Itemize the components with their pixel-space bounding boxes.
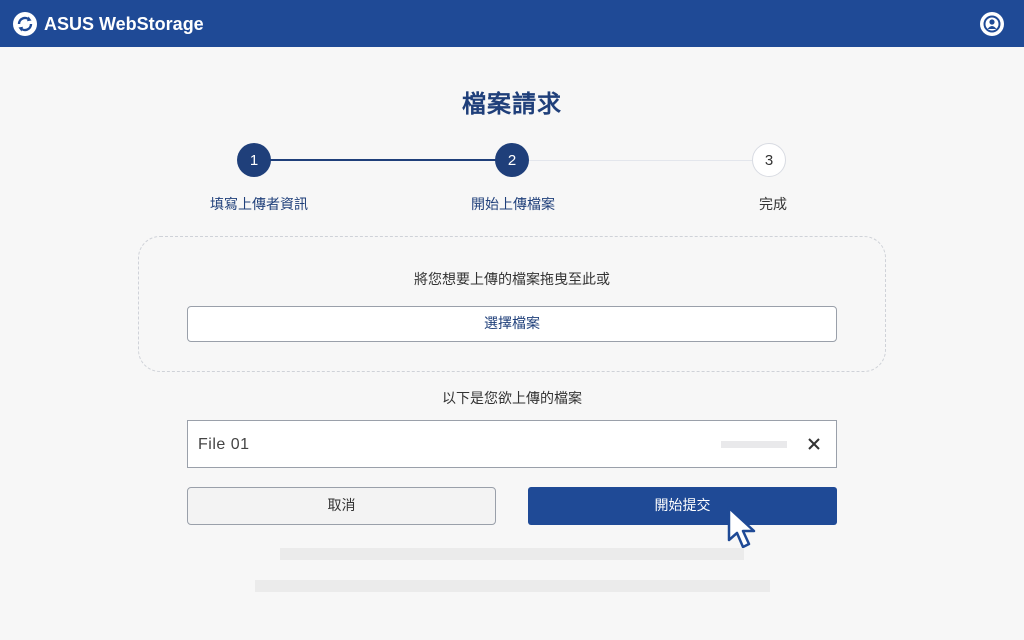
top-bar: ASUS WebStorage [0, 0, 1024, 47]
file-name: File 01 [198, 436, 250, 453]
page-title: 檔案請求 [462, 90, 562, 118]
upload-progress-bar [721, 441, 787, 448]
cancel-button[interactable]: 取消 [187, 487, 496, 525]
progress-line-completed [254, 159, 512, 161]
placeholder-line [280, 548, 744, 560]
step-1-indicator: 1 [237, 143, 271, 177]
app-title: ASUS WebStorage [44, 13, 204, 34]
step-2-indicator: 2 [495, 143, 529, 177]
app-logo[interactable]: ASUS WebStorage [12, 11, 204, 37]
close-icon[interactable] [805, 435, 823, 453]
submit-button[interactable]: 開始提交 [528, 487, 837, 525]
file-drop-zone[interactable]: 將您想要上傳的檔案拖曳至此或 選擇檔案 [138, 236, 886, 372]
progress-line-remaining [512, 160, 769, 161]
drop-instruction: 將您想要上傳的檔案拖曳至此或 [414, 272, 610, 288]
placeholder-line [255, 580, 770, 592]
mouse-pointer-icon [727, 506, 756, 549]
file-list-heading: 以下是您欲上傳的檔案 [442, 391, 582, 407]
webstorage-logo-icon [13, 12, 37, 36]
file-list-item: File 01 [187, 420, 837, 468]
step-1-label: 填寫上傳者資訊 [210, 197, 308, 213]
step-2-label: 開始上傳檔案 [471, 197, 555, 213]
step-3-indicator: 3 [752, 143, 786, 177]
choose-file-button[interactable]: 選擇檔案 [187, 306, 837, 342]
user-account-icon[interactable] [979, 11, 1005, 37]
step-3-label: 完成 [759, 197, 787, 213]
